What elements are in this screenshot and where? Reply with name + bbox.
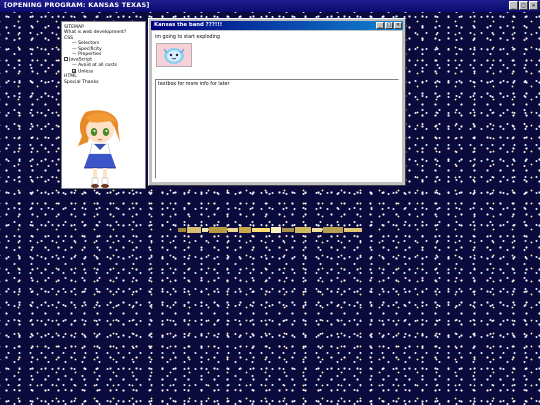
checkbox-icon[interactable]: [64, 57, 68, 61]
window-minimize-button[interactable]: _: [376, 22, 384, 29]
sitemap-item-special-thanks[interactable]: Special Thanks: [64, 80, 126, 85]
minimize-button[interactable]: _: [509, 1, 518, 10]
kansas-window[interactable]: Kansas the band ???!!! _ □ ✕ im going to…: [148, 18, 406, 186]
sitemap-item-label: Unless: [78, 69, 94, 74]
sitemap-item-label: Special Thanks: [64, 79, 99, 85]
kansas-window-body: im going to start exploding textbox for …: [152, 31, 402, 182]
kansas-thumbnail[interactable]: [156, 43, 192, 67]
info-textbox-text: textbox for more info for later: [158, 82, 230, 87]
window-maximize-button[interactable]: □: [385, 22, 393, 29]
info-textbox[interactable]: textbox for more info for later: [155, 79, 399, 179]
sitemap-item-web-development[interactable]: What is web development?: [64, 30, 126, 35]
sitemap-item-label: Specificity: [78, 46, 102, 52]
sitemap-item-label: Properties: [78, 52, 102, 58]
kansas-window-title-bar[interactable]: Kansas the band ???!!! _ □ ✕: [151, 21, 403, 30]
window-close-button[interactable]: ✕: [394, 22, 402, 29]
glitch-strip-image: [178, 227, 362, 233]
sitemap-item-label: JavaScript: [69, 57, 93, 63]
app-title-bar: [OPENING PROGRAM: KANSAS TEXAS] _ □ ✕: [0, 0, 540, 12]
status-text: im going to start exploding: [155, 35, 220, 40]
close-button[interactable]: ✕: [529, 1, 538, 10]
expand-plus-icon[interactable]: +: [72, 68, 76, 73]
maximize-button[interactable]: □: [519, 1, 528, 10]
sitemap-panel: SITEMAP What is web development? CSS — S…: [61, 21, 146, 189]
app-title: [OPENING PROGRAM: KANSAS TEXAS]: [4, 1, 150, 9]
cartoon-face-icon: [157, 44, 191, 66]
sitemap-item-label: Selectors: [78, 41, 100, 47]
sitemap-item-label: HTML: [64, 74, 77, 80]
anime-figure-image: [78, 110, 120, 188]
kansas-window-title: Kansas the band ???!!!: [154, 22, 223, 28]
sitemap-item-label: Avoid at all costs: [78, 63, 117, 69]
sitemap-item-label: What is web development?: [64, 30, 127, 36]
